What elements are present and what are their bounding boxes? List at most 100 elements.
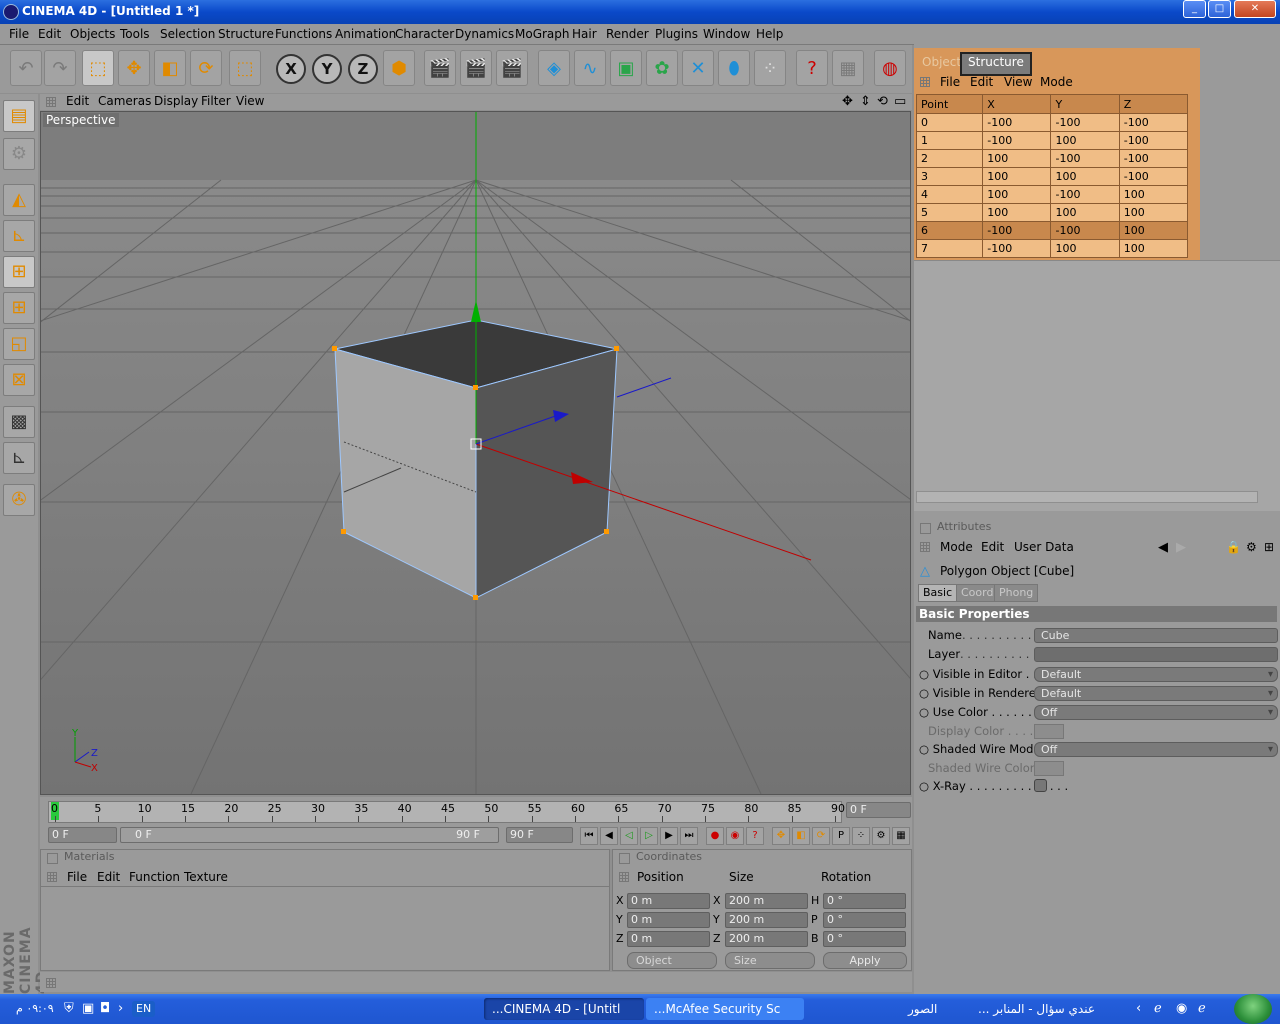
- table-cell[interactable]: -100: [1118, 149, 1189, 168]
- materials-menu-edit[interactable]: Edit: [97, 870, 120, 884]
- apply-button[interactable]: Apply: [823, 952, 907, 969]
- rotation-key-icon[interactable]: ⟳: [812, 827, 830, 845]
- animation-mode-icon[interactable]: ✇: [3, 484, 35, 516]
- size-z-field[interactable]: 200 m: [725, 931, 808, 947]
- attributes-menu-mode[interactable]: Mode: [940, 540, 973, 554]
- table-cell[interactable]: 0: [915, 113, 984, 132]
- materials-menu-function[interactable]: Function: [129, 870, 180, 884]
- start-frame-field[interactable]: 0 F: [48, 827, 117, 843]
- materials-menu-texture[interactable]: Texture: [184, 870, 228, 884]
- world-coordinates-icon[interactable]: ⬢: [383, 50, 415, 86]
- table-cell[interactable]: -100: [1118, 131, 1189, 150]
- cinema4d-app-icon[interactable]: [3, 4, 19, 20]
- viewport-menu-view[interactable]: View: [236, 94, 264, 108]
- table-cell[interactable]: 100: [982, 167, 1052, 186]
- mcafee-tray-icon[interactable]: ◘: [92, 998, 110, 1020]
- viewport-maximize-icon[interactable]: ▭: [894, 94, 906, 109]
- panel-grip-icon[interactable]: [920, 542, 930, 552]
- coordinate-mode-dropdown[interactable]: Object: [627, 952, 717, 969]
- structure-menu-view[interactable]: View: [1004, 75, 1032, 89]
- perspective-viewport[interactable]: Y Z X Perspective: [40, 111, 911, 795]
- render-picture-viewer-icon[interactable]: 🎬: [460, 50, 492, 86]
- xray-checkbox[interactable]: [1034, 779, 1047, 792]
- z-axis-icon[interactable]: Z: [348, 54, 378, 84]
- move-icon[interactable]: ✥: [118, 50, 150, 86]
- ie2-quicklaunch-icon[interactable]: ℯ: [1190, 998, 1206, 1020]
- table-row[interactable]: 2 100 -100 -100: [915, 149, 1189, 168]
- menu-window[interactable]: Window: [703, 27, 750, 41]
- structure-menu-mode[interactable]: Mode: [1040, 75, 1073, 89]
- scale-icon[interactable]: ◧: [154, 50, 186, 86]
- table-cell[interactable]: 5: [915, 203, 984, 222]
- table-cell[interactable]: 100: [1050, 167, 1120, 186]
- menu-render[interactable]: Render: [606, 27, 649, 41]
- pos-z-field[interactable]: 0 m: [627, 931, 710, 947]
- scale-key-icon[interactable]: ◧: [792, 827, 810, 845]
- render-settings-icon[interactable]: 🎬: [496, 50, 528, 86]
- rot-h-field[interactable]: 0 °: [823, 893, 906, 909]
- table-cell[interactable]: -100: [982, 131, 1052, 150]
- col-z[interactable]: Z: [1118, 94, 1189, 114]
- use-polygons-tool-icon[interactable]: ◱: [3, 328, 35, 360]
- table-cell[interactable]: 6: [915, 221, 984, 240]
- viewport-menu-display[interactable]: Display: [154, 94, 198, 108]
- undo-icon[interactable]: ↶: [10, 50, 42, 86]
- prev-frame-icon[interactable]: ◀: [600, 827, 618, 845]
- current-frame-field[interactable]: 0 F: [846, 802, 911, 818]
- viewport-menu-filter[interactable]: Filter: [201, 94, 231, 108]
- frame-range-slider[interactable]: 0 F 90 F: [120, 827, 499, 843]
- table-cell[interactable]: -100: [1118, 113, 1189, 132]
- back-arrow-icon[interactable]: ◀: [1158, 540, 1168, 555]
- particles-icon[interactable]: ⁘: [754, 50, 786, 86]
- minimize-button[interactable]: _: [1183, 0, 1206, 18]
- attributes-menu-user-data[interactable]: User Data: [1014, 540, 1074, 554]
- taskbar-clock[interactable]: ٠٩:٠٩ م: [8, 998, 54, 1020]
- settings-icon[interactable]: ⚙: [1246, 540, 1257, 554]
- firefox-quicklaunch-icon[interactable]: ◉: [1168, 998, 1187, 1020]
- layer-field[interactable]: [1034, 647, 1278, 662]
- modeling-icon[interactable]: ✿: [646, 50, 678, 86]
- parameter-key-icon[interactable]: P: [832, 827, 850, 845]
- table-cell[interactable]: 100: [1118, 203, 1189, 222]
- task-ie[interactable]: ... عندي سؤال - المنابر: [970, 998, 1128, 1020]
- timeline-ruler[interactable]: 0 5 10 15 20 25 30 35 40 45 50 55 60 65 70 75 80 85 90: [48, 801, 845, 823]
- language-indicator[interactable]: EN: [132, 1001, 156, 1017]
- live-selection-icon[interactable]: ⬚: [82, 50, 114, 86]
- table-cell[interactable]: 7: [915, 239, 984, 258]
- new-panel-icon[interactable]: ⊞: [1264, 540, 1274, 554]
- menu-mograph[interactable]: MoGraph: [515, 27, 570, 41]
- scene-icon[interactable]: ⬮: [718, 50, 750, 86]
- menu-edit[interactable]: Edit: [38, 27, 61, 41]
- menu-help[interactable]: Help: [756, 27, 783, 41]
- table-cell[interactable]: -100: [1118, 167, 1189, 186]
- display-color-swatch[interactable]: [1034, 724, 1064, 739]
- web-icon[interactable]: ◍: [874, 50, 906, 86]
- table-cell[interactable]: 100: [1050, 203, 1120, 222]
- table-row[interactable]: 5 100 100 100: [915, 203, 1189, 222]
- selection-tool-icon[interactable]: ⬚: [229, 50, 261, 86]
- table-cell[interactable]: 100: [982, 203, 1052, 222]
- menu-hair[interactable]: Hair: [572, 27, 597, 41]
- use-edges-tool-icon[interactable]: ⊞: [3, 292, 35, 324]
- use-texture-tool-icon[interactable]: ◭: [3, 184, 35, 216]
- materials-menu-file[interactable]: File: [67, 870, 87, 884]
- point-level-key-icon[interactable]: ⁘: [852, 827, 870, 845]
- task-mcafee[interactable]: ...McAfee Security Sc: [646, 998, 804, 1020]
- table-cell[interactable]: -100: [1050, 221, 1120, 240]
- menu-objects[interactable]: Objects: [70, 27, 115, 41]
- task-photos[interactable]: الصور: [900, 998, 968, 1020]
- spline-icon[interactable]: ∿: [574, 50, 606, 86]
- panel-toggle-checkbox[interactable]: [47, 853, 58, 864]
- nurbs-icon[interactable]: ▣: [610, 50, 642, 86]
- table-cell[interactable]: -100: [982, 239, 1052, 258]
- menu-file[interactable]: File: [9, 27, 29, 41]
- viewport-move-icon[interactable]: ✥: [842, 94, 853, 109]
- task-cinema4d[interactable]: ...CINEMA 4D - [Untitl: [484, 998, 644, 1020]
- viewport-scene[interactable]: Y Z X: [41, 112, 910, 794]
- table-cell[interactable]: 100: [982, 149, 1052, 168]
- table-cell[interactable]: -100: [1050, 113, 1120, 132]
- tab-basic[interactable]: Basic: [918, 584, 958, 602]
- panel-grip-icon[interactable]: [619, 872, 629, 882]
- panel-toggle-checkbox[interactable]: [619, 853, 630, 864]
- viewport-menu-cameras[interactable]: Cameras: [98, 94, 151, 108]
